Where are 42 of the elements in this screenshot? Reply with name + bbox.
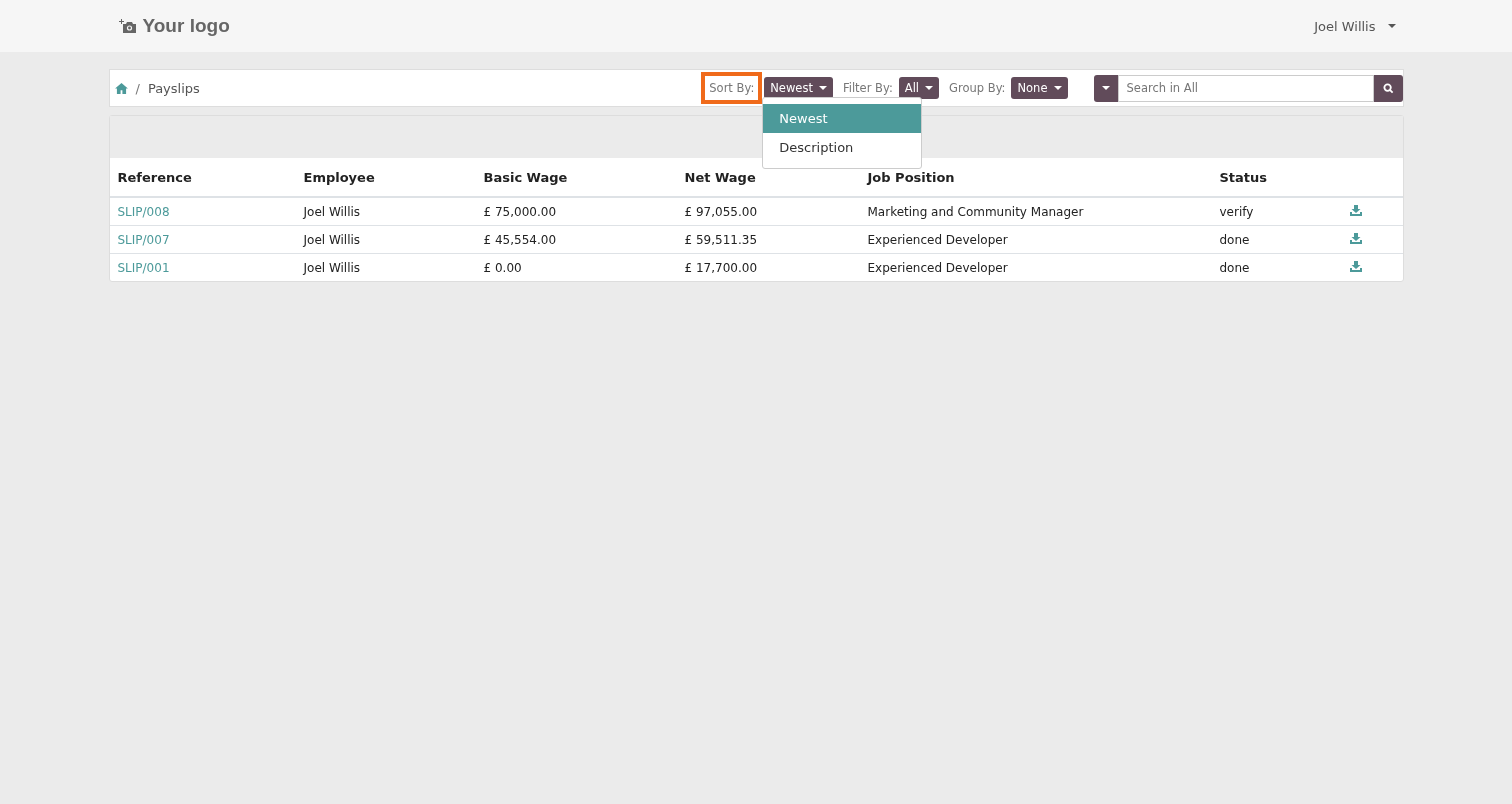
table-cell: Marketing and Community Manager: [867, 204, 1084, 219]
breadcrumb-current: Payslips: [147, 80, 200, 96]
column-header: Status: [1219, 169, 1268, 185]
logo-text: Your logo: [142, 15, 230, 37]
table-cell: Joel Willis: [303, 260, 361, 275]
dropdown-button[interactable]: All: [898, 77, 940, 99]
table-cell: verify: [1219, 204, 1254, 219]
column-header: Basic Wage: [483, 169, 568, 185]
column-header: Job Position: [867, 169, 955, 185]
search-button[interactable]: [1373, 74, 1403, 102]
table-cell: Experienced Developer: [867, 260, 1008, 275]
column-header: Employee: [303, 169, 375, 185]
download-icon[interactable]: [1349, 232, 1362, 244]
table-cell: £ 97,055.00: [684, 204, 758, 219]
control-label: Sort By:: [709, 81, 755, 95]
table-cell: £ 59,511.35: [684, 232, 758, 247]
control-label: Filter By:: [842, 81, 893, 95]
download-icon[interactable]: [1349, 260, 1362, 272]
table-cell: Joel Willis: [303, 204, 361, 219]
control-label: Group By:: [949, 81, 1006, 95]
dropdown-button[interactable]: None: [1011, 77, 1068, 99]
table-cell: done: [1219, 260, 1250, 275]
table-cell: £ 75,000.00: [483, 204, 557, 219]
home-icon[interactable]: [114, 82, 128, 94]
column-header: Reference: [117, 169, 192, 185]
table-cell: £ 0.00: [483, 260, 522, 275]
user-menu[interactable]: Joel Willis: [1314, 18, 1396, 34]
table-cell: £ 17,700.00: [684, 260, 758, 275]
search-icon: [1382, 82, 1394, 94]
table-cell: Joel Willis: [303, 232, 361, 247]
dropdown-button[interactable]: Newest: [764, 77, 833, 99]
column-header: Net Wage: [684, 169, 756, 185]
menu-item[interactable]: Description: [763, 133, 922, 162]
table-cell: Experienced Developer: [867, 232, 1008, 247]
camera-icon: [118, 18, 137, 34]
logo[interactable]: Your logo: [118, 15, 230, 37]
download-icon[interactable]: [1349, 204, 1362, 216]
table-cell: done: [1219, 232, 1250, 247]
table-cell: £ 45,554.00: [483, 232, 557, 247]
search-field[interactable]: Search in All: [1117, 74, 1374, 102]
breadcrumb-separator: /: [135, 80, 140, 96]
search-options-button[interactable]: [1093, 74, 1118, 102]
